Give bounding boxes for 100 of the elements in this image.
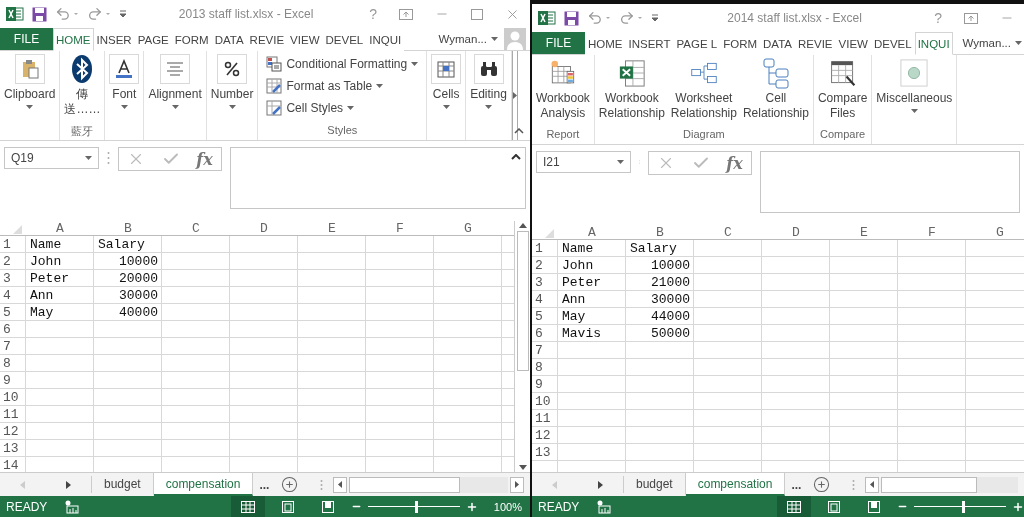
zoom-level[interactable]: 100% (483, 500, 530, 513)
row-header[interactable]: 6 (0, 321, 26, 338)
macro-record-icon[interactable] (65, 499, 80, 514)
add-sheet-icon[interactable] (813, 476, 831, 493)
ribbon-button[interactable]: Font (107, 54, 142, 124)
redo-icon[interactable] (87, 6, 111, 22)
row-header[interactable]: 3 (532, 274, 558, 291)
macro-record-icon[interactable] (597, 499, 612, 514)
name-box[interactable]: Q19 (4, 147, 99, 169)
collapse-icon[interactable] (511, 154, 521, 160)
horizontal-scrollbar[interactable] (333, 476, 524, 493)
row-header[interactable]: 9 (532, 376, 558, 393)
sheet-tab[interactable]: compensation (685, 473, 786, 496)
row-header[interactable]: 6 (532, 325, 558, 342)
ribbon-tab[interactable]: INQUI (914, 32, 953, 55)
ribbon-button[interactable]: 傳 送…… (62, 54, 103, 124)
zoom-thumb[interactable] (415, 500, 419, 513)
ribbon-button[interactable]: Compare Files (815, 58, 870, 128)
name-box[interactable]: I21 (536, 151, 631, 173)
row-header[interactable]: 12 (0, 423, 26, 440)
insert-function-button[interactable]: fx (726, 153, 743, 173)
file-tab[interactable]: FILE (532, 32, 585, 54)
row-header[interactable]: 4 (532, 291, 558, 308)
ribbon-button[interactable]: Cell Styles (266, 98, 419, 117)
column-header[interactable]: D (230, 221, 298, 236)
row-header[interactable]: 1 (532, 240, 558, 257)
ribbon-button[interactable]: Cell Relationship (740, 58, 811, 128)
redo-icon[interactable] (619, 10, 643, 26)
ribbon-button[interactable]: Worksheet Relationship (668, 58, 739, 128)
row-header[interactable]: 8 (532, 359, 558, 376)
formula-field[interactable] (230, 147, 526, 209)
next-sheet-icon[interactable] (65, 480, 71, 489)
column-header[interactable]: A (558, 225, 626, 240)
horizontal-scrollbar[interactable] (865, 476, 1018, 493)
row-header[interactable]: 13 (532, 444, 558, 461)
row-header[interactable]: 1 (0, 236, 26, 253)
row-header[interactable]: 5 (0, 304, 26, 321)
vertical-scrollbar[interactable] (514, 221, 530, 472)
next-sheet-icon[interactable] (597, 480, 603, 489)
column-header[interactable]: C (162, 221, 230, 236)
ribbon-button[interactable]: Conditional Formatting (266, 54, 419, 73)
insert-function-button[interactable]: fx (196, 149, 213, 169)
formula-field[interactable] (760, 151, 1020, 213)
row-header[interactable]: 5 (532, 308, 558, 325)
save-icon[interactable] (32, 6, 47, 22)
row-header[interactable]: 10 (0, 389, 26, 406)
row-header[interactable]: 4 (0, 287, 26, 304)
row-header[interactable]: 12 (532, 427, 558, 444)
row-header[interactable]: 2 (532, 257, 558, 274)
ribbon-button[interactable]: Clipboard (2, 54, 58, 124)
sheet-tab[interactable]: compensation (153, 473, 254, 496)
ribbon-button[interactable]: Alignment (146, 54, 204, 124)
row-header[interactable]: 11 (532, 410, 558, 427)
row-header[interactable]: 3 (0, 270, 26, 287)
column-header[interactable]: D (762, 225, 830, 240)
add-sheet-icon[interactable] (281, 476, 299, 493)
more-sheets-button[interactable]: ... (253, 477, 276, 492)
column-header[interactable]: G (434, 221, 502, 236)
undo-icon[interactable] (587, 10, 611, 26)
normal-view-button[interactable] (230, 496, 265, 517)
ribbon-button[interactable]: Number (208, 54, 256, 124)
column-header[interactable]: A (26, 221, 94, 236)
zoom-in-icon[interactable] (465, 500, 478, 513)
ribbon-button[interactable]: Miscellaneous (874, 58, 955, 128)
row-header[interactable]: 10 (532, 393, 558, 410)
customize-toolbar-icon[interactable] (119, 10, 127, 18)
ribbon-button[interactable]: Workbook Analysis (534, 58, 592, 128)
zoom-thumb[interactable] (961, 500, 965, 513)
column-header[interactable]: E (830, 225, 898, 240)
row-header[interactable]: 9 (0, 372, 26, 389)
row-header[interactable]: 14 (0, 457, 26, 472)
row-header[interactable]: 7 (532, 342, 558, 359)
ribbon-scroll-button[interactable] (511, 51, 518, 140)
customize-toolbar-icon[interactable] (651, 14, 659, 22)
collapse-ribbon-icon[interactable] (514, 128, 524, 134)
account-button[interactable]: Wyman... (960, 32, 1024, 54)
column-header[interactable]: B (94, 221, 162, 236)
zoom-in-icon[interactable] (1012, 500, 1024, 513)
row-header[interactable]: 11 (0, 406, 26, 423)
column-header[interactable]: E (298, 221, 366, 236)
row-header[interactable]: 2 (0, 253, 26, 270)
normal-view-button[interactable] (777, 496, 811, 517)
file-tab[interactable]: FILE (0, 28, 53, 50)
save-icon[interactable] (564, 10, 579, 26)
row-header[interactable]: 8 (0, 355, 26, 372)
undo-icon[interactable] (55, 6, 79, 22)
row-header[interactable]: 13 (0, 440, 26, 457)
column-header[interactable]: F (366, 221, 434, 236)
ribbon-button[interactable]: Workbook Relationship (596, 58, 667, 128)
column-header[interactable]: F (898, 225, 966, 240)
row-header[interactable]: 7 (0, 338, 26, 355)
ribbon-button[interactable]: Editing (468, 54, 509, 124)
ribbon-button[interactable]: Cells (429, 54, 464, 124)
more-sheets-button[interactable]: ... (785, 477, 808, 492)
column-header[interactable]: C (694, 225, 762, 240)
ribbon-button[interactable]: Format as Table (266, 76, 419, 95)
account-button[interactable]: Wyman... (436, 28, 500, 50)
column-header[interactable]: G (966, 225, 1024, 240)
ribbon-tab[interactable]: HOME (53, 28, 94, 51)
column-header[interactable]: B (626, 225, 694, 240)
